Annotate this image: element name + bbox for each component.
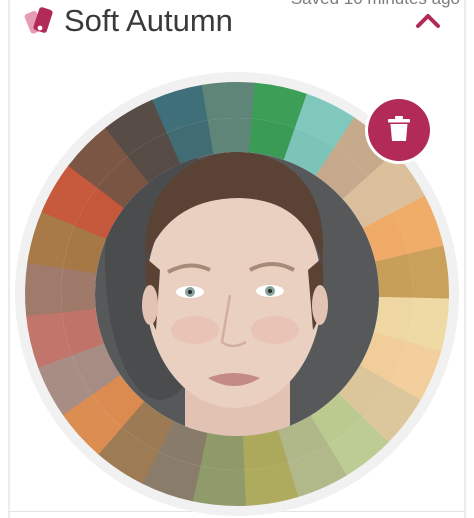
outer-color-swatch[interactable]: [191, 465, 246, 506]
inner-color-swatch[interactable]: [207, 118, 253, 154]
outer-color-swatch[interactable]: [201, 81, 257, 121]
inner-color-swatch[interactable]: [375, 253, 413, 299]
outer-color-swatch[interactable]: [25, 261, 64, 317]
trash-icon: [388, 115, 410, 145]
color-wheel: [0, 0, 474, 518]
outer-color-swatch[interactable]: [408, 245, 450, 300]
inner-color-swatch[interactable]: [61, 267, 97, 313]
delete-button[interactable]: [365, 96, 433, 164]
